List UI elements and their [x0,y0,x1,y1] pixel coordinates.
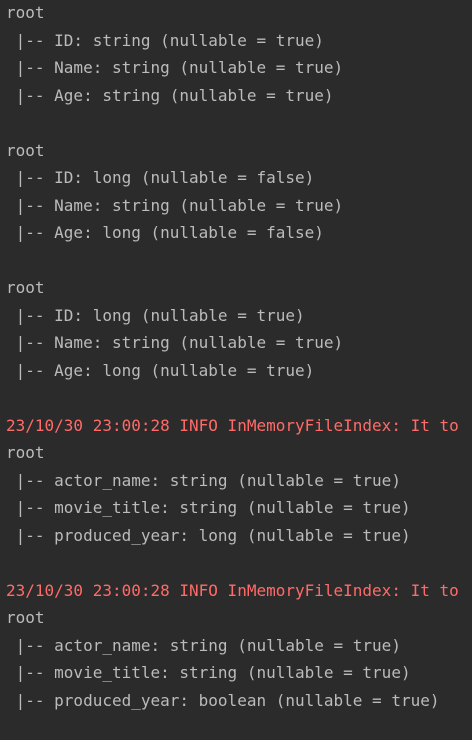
console-line: root [6,3,45,22]
console-line: |-- produced_year: boolean (nullable = t… [6,690,440,710]
console-line: |-- actor_name: string (nullable = true) [6,635,401,655]
console-line: |-- Name: string (nullable = true) [6,58,344,77]
console-line: root [6,140,45,160]
console-line: |-- actor_name: string (nullable = true) [6,470,401,490]
console-line: |-- Name: string (nullable = true) [6,195,344,215]
console-line: |-- produced_year: long (nullable = true… [6,525,411,545]
log-line: 23/10/30 23:00:28 INFO InMemoryFileIndex… [6,580,459,600]
console-line: |-- movie_title: string (nullable = true… [6,663,411,682]
console-line: |-- movie_title: string (nullable = true… [6,498,411,517]
console-line: |-- ID: long (nullable = true) [6,305,305,325]
console-line: |-- Age: long (nullable = false) [6,223,324,242]
log-line: 23/10/30 23:00:28 INFO InMemoryFileIndex… [6,415,459,435]
console-line: root [6,443,45,462]
console-line: |-- Age: string (nullable = true) [6,85,334,105]
console-line: |-- ID: string (nullable = true) [6,30,324,50]
console-line: |-- Name: string (nullable = true) [6,333,344,352]
console-line: root [6,608,45,627]
console-line: |-- ID: long (nullable = false) [6,168,315,187]
console-output-panel[interactable]: root |-- ID: string (nullable = true) |-… [0,0,472,740]
console-line: root [6,278,45,297]
console-line: |-- Age: long (nullable = true) [6,360,315,380]
